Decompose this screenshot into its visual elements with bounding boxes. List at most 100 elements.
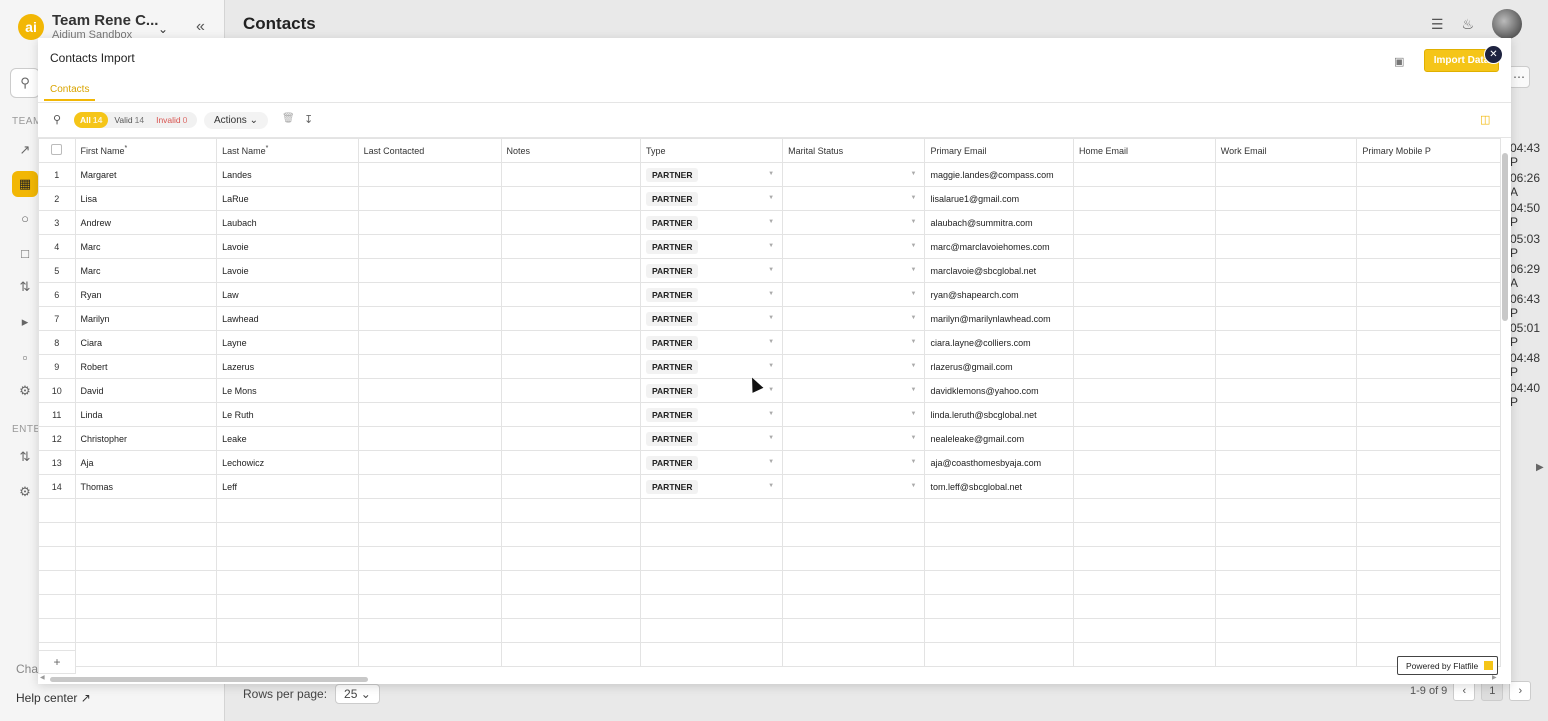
table-cell[interactable]: davidklemons@yahoo.com <box>924 378 1074 403</box>
table-cell[interactable] <box>357 594 502 619</box>
table-cell[interactable] <box>1073 546 1216 571</box>
table-cell[interactable] <box>924 570 1074 595</box>
table-cell[interactable] <box>357 234 502 259</box>
table-cell[interactable] <box>782 642 926 667</box>
select-all-header[interactable] <box>38 138 76 163</box>
marital-status-select[interactable]: ▼ <box>782 186 926 211</box>
table-cell[interactable]: Marc <box>74 234 218 259</box>
table-cell[interactable] <box>500 234 642 259</box>
table-cell[interactable] <box>1073 354 1216 379</box>
table-cell[interactable] <box>639 642 784 667</box>
table-cell[interactable] <box>74 618 218 643</box>
table-cell[interactable] <box>357 402 502 427</box>
table-cell[interactable] <box>639 522 784 547</box>
row-index[interactable]: 13 <box>38 450 76 475</box>
gear-icon[interactable]: ⚙ <box>12 378 38 404</box>
table-cell[interactable]: Laubach <box>216 210 359 235</box>
table-cell[interactable] <box>1073 522 1216 547</box>
sort-icon-2[interactable]: ⇅ <box>12 444 38 470</box>
add-row-button[interactable]: + <box>38 650 76 674</box>
table-cell[interactable]: Lavoie <box>216 234 359 259</box>
table-cell[interactable] <box>500 642 642 667</box>
table-cell[interactable] <box>74 570 218 595</box>
row-index[interactable]: 1 <box>38 162 76 187</box>
type-select[interactable]: PARTNER ▼ <box>639 450 784 475</box>
table-cell[interactable] <box>1356 282 1501 307</box>
table-cell[interactable] <box>1214 234 1358 259</box>
table-cell[interactable] <box>639 498 784 523</box>
table-cell[interactable] <box>782 618 926 643</box>
table-cell[interactable] <box>1356 474 1501 499</box>
table-cell[interactable] <box>357 210 502 235</box>
table-cell[interactable] <box>500 546 642 571</box>
table-cell[interactable] <box>1073 234 1216 259</box>
column-header[interactable]: Work Email <box>1214 138 1358 163</box>
table-cell[interactable] <box>1214 378 1358 403</box>
table-cell[interactable] <box>1214 186 1358 211</box>
row-index[interactable] <box>38 522 76 547</box>
table-cell[interactable] <box>74 498 218 523</box>
type-select[interactable]: PARTNER ▼ <box>639 378 784 403</box>
row-index[interactable]: 6 <box>38 282 76 307</box>
sort-icon[interactable]: ⇅ <box>12 274 38 300</box>
page-button[interactable]: 1 <box>1481 681 1504 701</box>
table-cell[interactable]: Thomas <box>74 474 218 499</box>
table-cell[interactable] <box>1356 426 1501 451</box>
marital-status-select[interactable]: ▼ <box>782 234 926 259</box>
table-cell[interactable] <box>216 618 359 643</box>
chart-icon[interactable]: ↗ <box>12 137 38 163</box>
horizontal-scrollbar[interactable] <box>50 677 368 682</box>
document-icon[interactable]: □ <box>12 240 38 266</box>
checklist-icon[interactable]: ☰ <box>1431 16 1444 33</box>
search-icon[interactable]: ⚲ <box>53 113 61 126</box>
table-cell[interactable] <box>500 258 642 283</box>
column-header[interactable]: Notes <box>500 138 642 163</box>
more-options-button[interactable]: ⋯ <box>1508 66 1530 88</box>
vertical-scrollbar[interactable] <box>1502 153 1508 321</box>
marital-status-select[interactable]: ▼ <box>782 354 926 379</box>
table-cell[interactable] <box>216 522 359 547</box>
gear-icon-2[interactable]: ⚙ <box>12 479 38 505</box>
table-cell[interactable] <box>500 498 642 523</box>
column-header[interactable]: Marital Status <box>782 138 926 163</box>
row-index[interactable]: 9 <box>38 354 76 379</box>
table-cell[interactable] <box>1356 378 1501 403</box>
table-cell[interactable] <box>1356 450 1501 475</box>
chat-bubbles-icon[interactable]: ○ <box>12 205 38 231</box>
row-index[interactable] <box>38 546 76 571</box>
help-center-link[interactable]: Help center ↗ <box>16 691 91 705</box>
table-cell[interactable] <box>639 594 784 619</box>
table-cell[interactable] <box>500 522 642 547</box>
table-cell[interactable] <box>782 594 926 619</box>
table-cell[interactable] <box>500 330 642 355</box>
type-select[interactable]: PARTNER ▼ <box>639 402 784 427</box>
row-index[interactable] <box>38 498 76 523</box>
table-cell[interactable]: rlazerus@gmail.com <box>924 354 1074 379</box>
table-cell[interactable] <box>357 258 502 283</box>
powered-by-flatfile[interactable]: Powered by Flatfile <box>1397 656 1499 675</box>
table-cell[interactable] <box>357 642 502 667</box>
table-cell[interactable] <box>357 498 502 523</box>
row-index[interactable]: 11 <box>38 402 76 427</box>
row-index[interactable]: 3 <box>38 210 76 235</box>
table-cell[interactable] <box>357 426 502 451</box>
table-cell[interactable] <box>924 498 1074 523</box>
table-cell[interactable]: LaRue <box>216 186 359 211</box>
column-header[interactable]: First Name* <box>74 138 218 163</box>
table-cell[interactable]: Margaret <box>74 162 218 187</box>
marital-status-select[interactable]: ▼ <box>782 426 926 451</box>
bell-icon[interactable]: ♨ <box>1461 16 1474 33</box>
table-cell[interactable] <box>1356 354 1501 379</box>
table-cell[interactable] <box>1214 450 1358 475</box>
table-cell[interactable] <box>1214 330 1358 355</box>
column-header[interactable]: Last Name* <box>216 138 359 163</box>
table-cell[interactable] <box>1356 162 1501 187</box>
table-cell[interactable] <box>1356 234 1501 259</box>
table-cell[interactable]: marc@marclavoiehomes.com <box>924 234 1074 259</box>
table-cell[interactable] <box>1214 594 1358 619</box>
collapse-sidebar-icon[interactable]: « <box>196 18 205 36</box>
table-cell[interactable]: Robert <box>74 354 218 379</box>
table-cell[interactable] <box>1073 378 1216 403</box>
table-cell[interactable] <box>1356 258 1501 283</box>
row-index[interactable]: 14 <box>38 474 76 499</box>
